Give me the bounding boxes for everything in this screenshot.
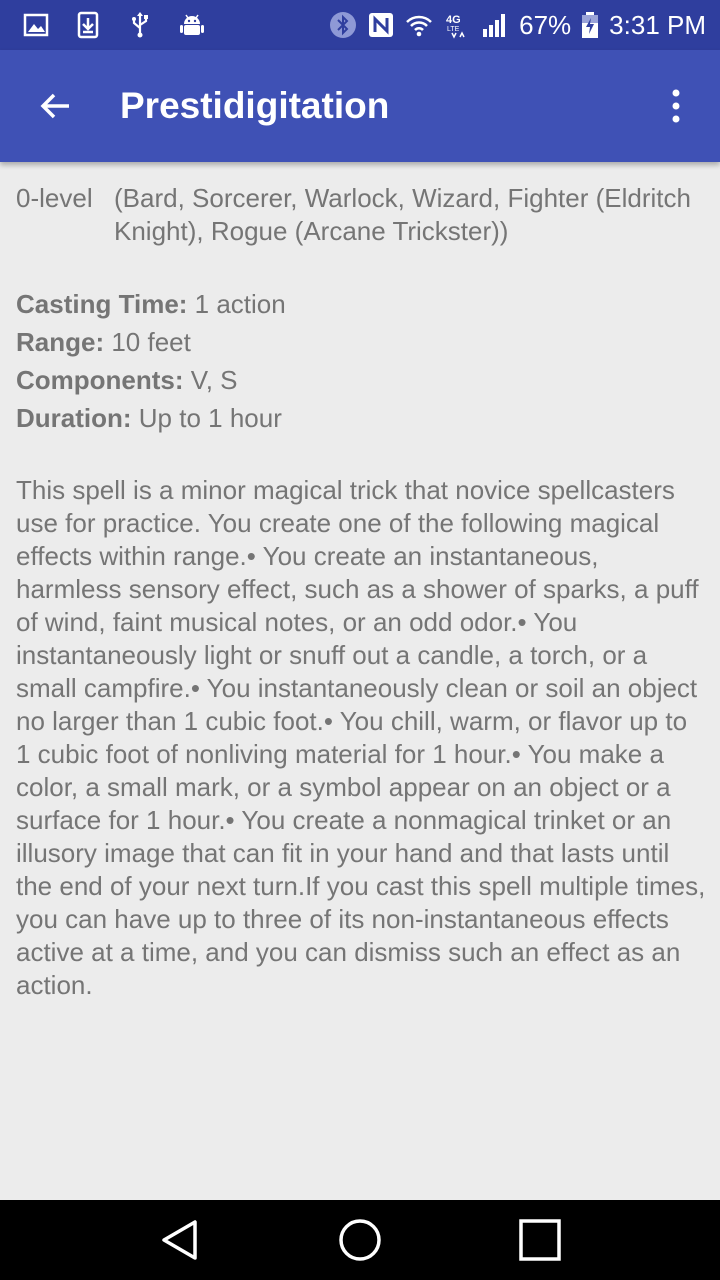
android-icon — [178, 11, 206, 39]
battery-charging-icon — [581, 11, 599, 39]
components-label: Components: — [16, 365, 184, 395]
duration-row: Duration: Up to 1 hour — [16, 399, 706, 437]
casting-time-label: Casting Time: — [16, 289, 188, 319]
image-icon — [22, 11, 50, 39]
overflow-menu-button[interactable] — [652, 70, 700, 142]
spell-level: 0-level — [16, 183, 93, 213]
range-value: 10 feet — [104, 327, 191, 357]
svg-text:4G: 4G — [446, 14, 461, 26]
back-button[interactable] — [20, 70, 92, 142]
nav-recents-button[interactable] — [500, 1200, 580, 1280]
page-title: Prestidigitation — [120, 85, 390, 126]
casting-time-row: Casting Time: 1 action — [16, 285, 706, 323]
status-bar: 4G LTE 67% 3:31 PM — [0, 0, 720, 50]
back-arrow-icon — [40, 93, 69, 119]
navigation-bar — [0, 1200, 720, 1280]
spell-stats: Casting Time: 1 action Range: 10 feet Co… — [16, 285, 706, 437]
components-value: V, S — [183, 365, 238, 395]
spell-detail: 0-level (Bard, Sorcerer, Warlock, Wizard… — [16, 162, 706, 1002]
wifi-icon — [405, 11, 433, 39]
home-circle-icon — [339, 1219, 381, 1261]
nfc-icon — [367, 11, 395, 39]
casting-time-value: 1 action — [187, 289, 286, 319]
clock: 3:31 PM — [609, 9, 706, 40]
more-vert-icon — [672, 89, 680, 123]
signal-icon — [481, 11, 509, 39]
spell-description: This spell is a minor magical trick that… — [16, 475, 706, 1000]
notification-icons — [22, 11, 206, 39]
back-triangle-icon — [162, 1220, 197, 1260]
range-row: Range: 10 feet — [16, 323, 706, 361]
app-bar: Prestidigitation — [0, 50, 720, 162]
nav-home-button[interactable] — [320, 1200, 400, 1280]
nav-back-button[interactable] — [140, 1200, 220, 1280]
usb-icon — [126, 11, 154, 39]
4g-lte-icon: 4G LTE — [443, 11, 471, 39]
system-status: 4G LTE 67% 3:31 PM — [329, 10, 706, 41]
range-label: Range: — [16, 327, 105, 357]
duration-label: Duration: — [16, 403, 132, 433]
spell-classes: (Bard, Sorcerer, Warlock, Wizard, Fighte… — [114, 183, 691, 246]
duration-value: Up to 1 hour — [131, 403, 282, 433]
components-row: Components: V, S — [16, 361, 706, 399]
recents-square-icon — [519, 1219, 561, 1261]
battery-percent: 67% — [519, 9, 572, 40]
bluetooth-icon — [329, 11, 357, 39]
spell-level-row: 0-level (Bard, Sorcerer, Warlock, Wizard… — [16, 182, 706, 248]
download-icon — [74, 11, 102, 39]
svg-text:LTE: LTE — [447, 26, 460, 33]
